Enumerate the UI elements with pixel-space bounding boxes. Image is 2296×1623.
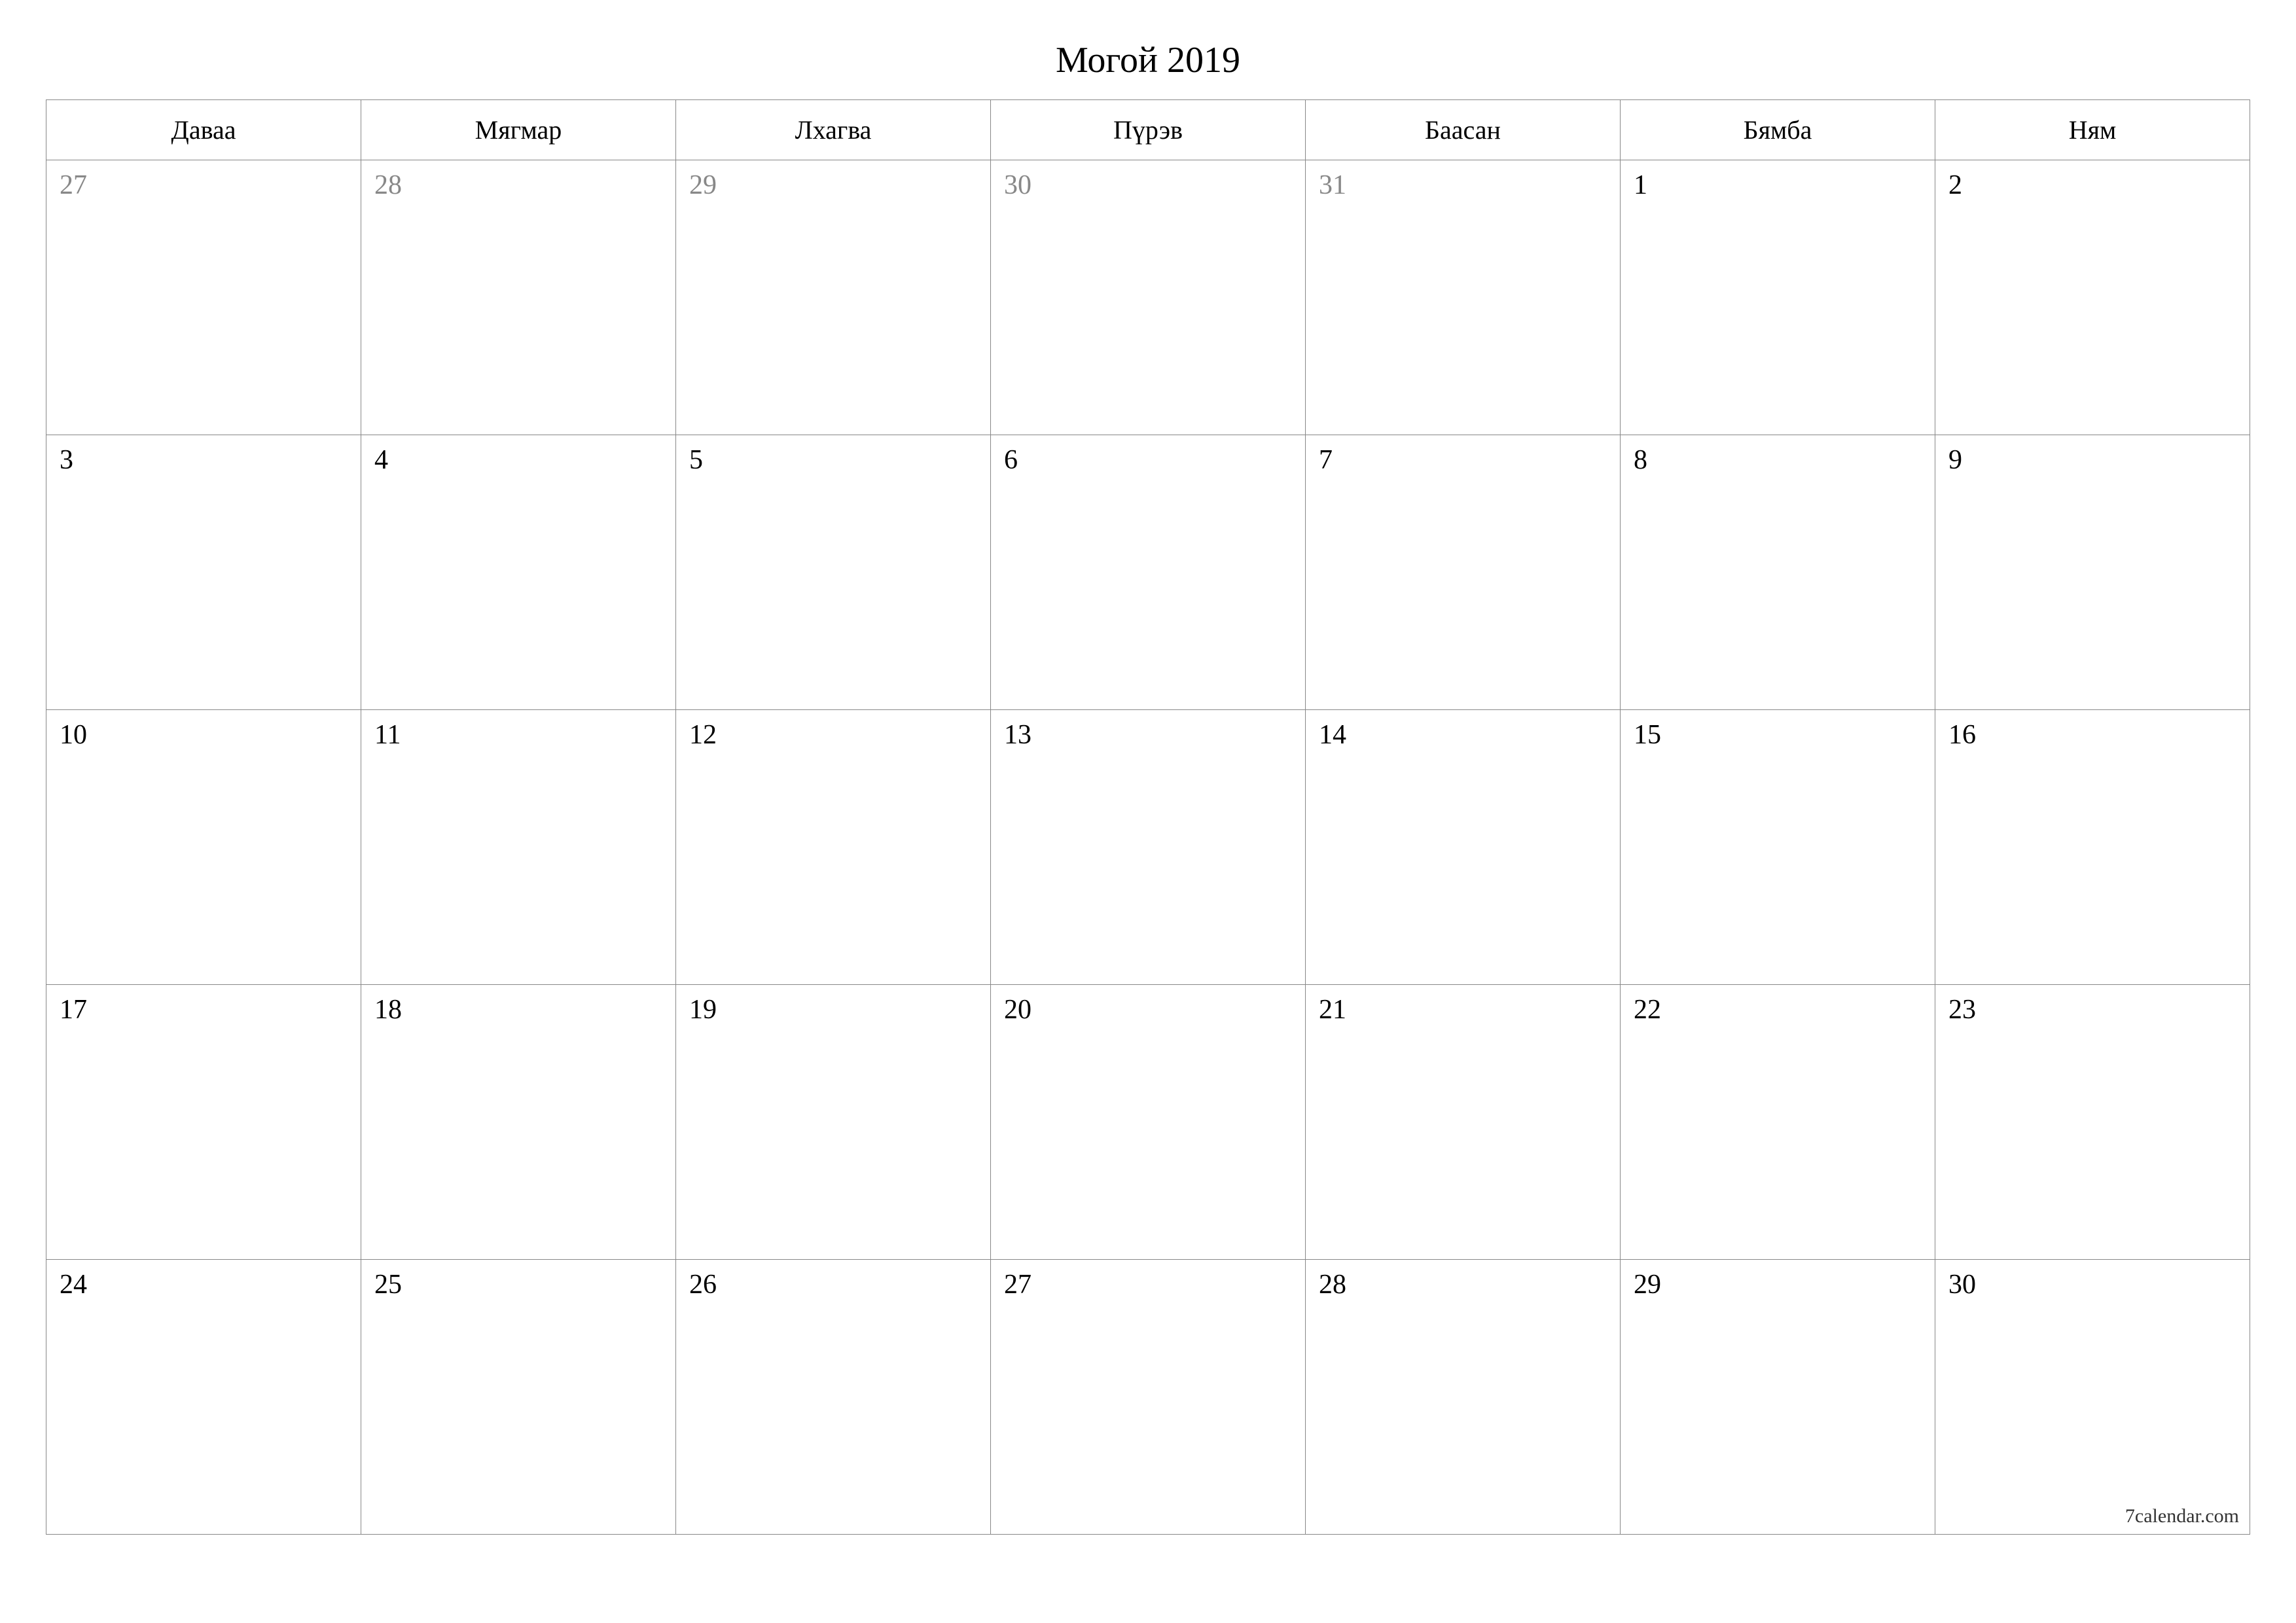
day-number: 17 <box>60 995 87 1025</box>
weekday-header: Баасан <box>1306 100 1621 160</box>
day-number: 29 <box>689 170 717 200</box>
day-cell: 13 <box>991 710 1306 985</box>
day-cell: 28 <box>361 160 676 435</box>
day-cell: 6 <box>991 435 1306 710</box>
calendar-table: Даваа Мягмар Лхагва Пүрэв Баасан Бямба Н… <box>46 99 2250 1535</box>
day-cell: 4 <box>361 435 676 710</box>
day-number: 13 <box>1004 720 1031 750</box>
day-number: 7 <box>1319 445 1333 475</box>
calendar-week-row: 10 11 12 13 14 15 16 <box>46 710 2250 985</box>
day-cell: 8 <box>1621 435 1935 710</box>
day-cell: 20 <box>991 985 1306 1260</box>
day-cell: 2 <box>1935 160 2250 435</box>
day-number: 6 <box>1004 445 1018 475</box>
calendar-body: 27 28 29 30 31 1 2 3 4 5 6 7 8 9 10 11 1… <box>46 160 2250 1535</box>
day-number: 2 <box>1948 170 1962 200</box>
day-number: 30 <box>1004 170 1031 200</box>
day-number: 28 <box>1319 1270 1346 1300</box>
day-cell: 18 <box>361 985 676 1260</box>
day-cell: 21 <box>1306 985 1621 1260</box>
day-cell: 7 <box>1306 435 1621 710</box>
day-cell: 17 <box>46 985 361 1260</box>
day-number: 3 <box>60 445 73 475</box>
day-number: 28 <box>374 170 402 200</box>
calendar-week-row: 24 25 26 27 28 29 30 7calendar.com <box>46 1260 2250 1535</box>
day-number: 20 <box>1004 995 1031 1025</box>
day-cell: 29 <box>1621 1260 1935 1535</box>
day-number: 9 <box>1948 445 1962 475</box>
day-number: 25 <box>374 1270 402 1300</box>
weekday-header: Бямба <box>1621 100 1935 160</box>
day-cell: 10 <box>46 710 361 985</box>
day-number: 14 <box>1319 720 1346 750</box>
day-cell: 27 <box>46 160 361 435</box>
weekday-header: Мягмар <box>361 100 676 160</box>
day-cell: 1 <box>1621 160 1935 435</box>
day-cell: 26 <box>676 1260 991 1535</box>
day-number: 31 <box>1319 170 1346 200</box>
day-cell: 30 <box>991 160 1306 435</box>
day-cell: 22 <box>1621 985 1935 1260</box>
day-number: 8 <box>1634 445 1647 475</box>
day-number: 22 <box>1634 995 1661 1025</box>
weekday-header-row: Даваа Мягмар Лхагва Пүрэв Баасан Бямба Н… <box>46 100 2250 160</box>
day-number: 27 <box>60 170 87 200</box>
day-number: 30 <box>1948 1270 1976 1300</box>
day-cell: 9 <box>1935 435 2250 710</box>
day-cell: 25 <box>361 1260 676 1535</box>
calendar-week-row: 17 18 19 20 21 22 23 <box>46 985 2250 1260</box>
weekday-header: Лхагва <box>676 100 991 160</box>
day-cell: 5 <box>676 435 991 710</box>
day-number: 1 <box>1634 170 1647 200</box>
day-cell: 31 <box>1306 160 1621 435</box>
day-cell: 23 <box>1935 985 2250 1260</box>
day-number: 29 <box>1634 1270 1661 1300</box>
day-cell: 16 <box>1935 710 2250 985</box>
day-number: 16 <box>1948 720 1976 750</box>
day-cell: 29 <box>676 160 991 435</box>
day-cell: 28 <box>1306 1260 1621 1535</box>
day-number: 23 <box>1948 995 1976 1025</box>
day-number: 27 <box>1004 1270 1031 1300</box>
calendar-title: Могой 2019 <box>46 39 2250 81</box>
footer-credit: 7calendar.com <box>2125 1505 2239 1527</box>
day-number: 12 <box>689 720 717 750</box>
day-cell: 24 <box>46 1260 361 1535</box>
day-number: 10 <box>60 720 87 750</box>
day-cell: 19 <box>676 985 991 1260</box>
day-number: 19 <box>689 995 717 1025</box>
day-number: 15 <box>1634 720 1661 750</box>
day-number: 4 <box>374 445 388 475</box>
day-number: 24 <box>60 1270 87 1300</box>
day-cell: 12 <box>676 710 991 985</box>
day-cell: 27 <box>991 1260 1306 1535</box>
day-cell: 30 7calendar.com <box>1935 1260 2250 1535</box>
calendar-week-row: 3 4 5 6 7 8 9 <box>46 435 2250 710</box>
day-number: 21 <box>1319 995 1346 1025</box>
day-number: 5 <box>689 445 703 475</box>
weekday-header: Пүрэв <box>991 100 1306 160</box>
day-number: 11 <box>374 720 401 750</box>
day-cell: 3 <box>46 435 361 710</box>
weekday-header: Ням <box>1935 100 2250 160</box>
day-cell: 15 <box>1621 710 1935 985</box>
calendar-week-row: 27 28 29 30 31 1 2 <box>46 160 2250 435</box>
day-cell: 11 <box>361 710 676 985</box>
day-number: 26 <box>689 1270 717 1300</box>
day-cell: 14 <box>1306 710 1621 985</box>
weekday-header: Даваа <box>46 100 361 160</box>
day-number: 18 <box>374 995 402 1025</box>
